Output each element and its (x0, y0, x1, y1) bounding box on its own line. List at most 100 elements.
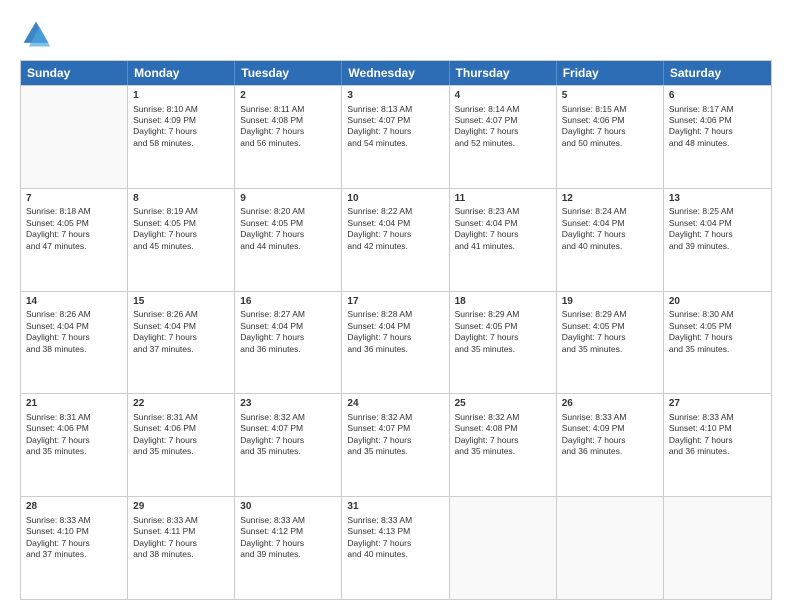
cell-line: Daylight: 7 hours (240, 126, 336, 137)
day-number: 17 (347, 295, 443, 309)
calendar-cell: 19Sunrise: 8:29 AMSunset: 4:05 PMDayligh… (557, 292, 664, 394)
cell-line: and 41 minutes. (455, 241, 551, 252)
cell-line: Sunset: 4:07 PM (455, 115, 551, 126)
calendar-cell: 23Sunrise: 8:32 AMSunset: 4:07 PMDayligh… (235, 394, 342, 496)
cell-line: and 35 minutes. (562, 344, 658, 355)
cell-line: Sunset: 4:08 PM (240, 115, 336, 126)
cell-line: and 36 minutes. (347, 344, 443, 355)
day-number: 19 (562, 295, 658, 309)
cell-line: Sunrise: 8:32 AM (347, 412, 443, 423)
logo (20, 18, 58, 50)
cell-line: Daylight: 7 hours (240, 332, 336, 343)
cell-line: Daylight: 7 hours (133, 126, 229, 137)
cell-line: and 50 minutes. (562, 138, 658, 149)
day-number: 30 (240, 500, 336, 514)
cell-line: Sunset: 4:09 PM (133, 115, 229, 126)
cell-line: and 39 minutes. (669, 241, 766, 252)
page: SundayMondayTuesdayWednesdayThursdayFrid… (0, 0, 792, 612)
cell-line: Daylight: 7 hours (26, 435, 122, 446)
cell-line: and 35 minutes. (240, 446, 336, 457)
cell-line: Daylight: 7 hours (133, 435, 229, 446)
cell-line: Sunset: 4:04 PM (347, 321, 443, 332)
day-number: 7 (26, 192, 122, 206)
cell-line: Sunset: 4:13 PM (347, 526, 443, 537)
cell-line: Daylight: 7 hours (669, 435, 766, 446)
cell-line: Sunrise: 8:27 AM (240, 309, 336, 320)
cell-line: Sunset: 4:06 PM (562, 115, 658, 126)
day-number: 8 (133, 192, 229, 206)
cell-line: and 36 minutes. (669, 446, 766, 457)
cell-line: and 45 minutes. (133, 241, 229, 252)
cell-line: Sunrise: 8:33 AM (562, 412, 658, 423)
header-day-monday: Monday (128, 61, 235, 85)
cell-line: and 52 minutes. (455, 138, 551, 149)
header-day-sunday: Sunday (21, 61, 128, 85)
cell-line: Sunset: 4:06 PM (669, 115, 766, 126)
cell-line: Sunset: 4:04 PM (562, 218, 658, 229)
calendar-header: SundayMondayTuesdayWednesdayThursdayFrid… (21, 61, 771, 85)
cell-line: and 58 minutes. (133, 138, 229, 149)
cell-line: Sunset: 4:04 PM (347, 218, 443, 229)
calendar-cell (450, 497, 557, 599)
cell-line: Sunset: 4:06 PM (133, 423, 229, 434)
calendar-cell: 8Sunrise: 8:19 AMSunset: 4:05 PMDaylight… (128, 189, 235, 291)
calendar-cell: 30Sunrise: 8:33 AMSunset: 4:12 PMDayligh… (235, 497, 342, 599)
day-number: 20 (669, 295, 766, 309)
cell-line: Sunrise: 8:33 AM (347, 515, 443, 526)
header (20, 18, 772, 50)
calendar-cell: 22Sunrise: 8:31 AMSunset: 4:06 PMDayligh… (128, 394, 235, 496)
cell-line: Daylight: 7 hours (240, 538, 336, 549)
header-day-saturday: Saturday (664, 61, 771, 85)
cell-line: Sunset: 4:05 PM (26, 218, 122, 229)
day-number: 12 (562, 192, 658, 206)
cell-line: Daylight: 7 hours (133, 538, 229, 549)
day-number: 27 (669, 397, 766, 411)
day-number: 9 (240, 192, 336, 206)
cell-line: Sunset: 4:06 PM (26, 423, 122, 434)
calendar-cell: 28Sunrise: 8:33 AMSunset: 4:10 PMDayligh… (21, 497, 128, 599)
cell-line: Daylight: 7 hours (26, 538, 122, 549)
calendar-cell: 12Sunrise: 8:24 AMSunset: 4:04 PMDayligh… (557, 189, 664, 291)
cell-line: Sunset: 4:05 PM (562, 321, 658, 332)
cell-line: and 35 minutes. (133, 446, 229, 457)
cell-line: Sunset: 4:11 PM (133, 526, 229, 537)
header-day-friday: Friday (557, 61, 664, 85)
day-number: 22 (133, 397, 229, 411)
cell-line: and 36 minutes. (562, 446, 658, 457)
cell-line: Daylight: 7 hours (669, 229, 766, 240)
calendar-cell: 14Sunrise: 8:26 AMSunset: 4:04 PMDayligh… (21, 292, 128, 394)
calendar-cell (664, 497, 771, 599)
calendar-cell: 21Sunrise: 8:31 AMSunset: 4:06 PMDayligh… (21, 394, 128, 496)
cell-line: and 47 minutes. (26, 241, 122, 252)
day-number: 3 (347, 89, 443, 103)
cell-line: Sunset: 4:05 PM (669, 321, 766, 332)
cell-line: Sunrise: 8:31 AM (133, 412, 229, 423)
cell-line: and 35 minutes. (455, 446, 551, 457)
calendar-cell: 15Sunrise: 8:26 AMSunset: 4:04 PMDayligh… (128, 292, 235, 394)
cell-line: Daylight: 7 hours (455, 229, 551, 240)
cell-line: Sunrise: 8:23 AM (455, 206, 551, 217)
calendar-row-3: 21Sunrise: 8:31 AMSunset: 4:06 PMDayligh… (21, 393, 771, 496)
cell-line: Daylight: 7 hours (26, 229, 122, 240)
day-number: 16 (240, 295, 336, 309)
cell-line: Sunset: 4:04 PM (240, 321, 336, 332)
cell-line: and 54 minutes. (347, 138, 443, 149)
cell-line: Daylight: 7 hours (347, 435, 443, 446)
cell-line: and 40 minutes. (347, 549, 443, 560)
cell-line: Sunset: 4:05 PM (240, 218, 336, 229)
day-number: 6 (669, 89, 766, 103)
cell-line: Daylight: 7 hours (26, 332, 122, 343)
cell-line: Daylight: 7 hours (133, 229, 229, 240)
cell-line: Sunrise: 8:15 AM (562, 104, 658, 115)
cell-line: and 35 minutes. (347, 446, 443, 457)
calendar-cell: 31Sunrise: 8:33 AMSunset: 4:13 PMDayligh… (342, 497, 449, 599)
cell-line: Sunset: 4:08 PM (455, 423, 551, 434)
cell-line: Sunrise: 8:33 AM (133, 515, 229, 526)
day-number: 10 (347, 192, 443, 206)
day-number: 11 (455, 192, 551, 206)
calendar-cell: 3Sunrise: 8:13 AMSunset: 4:07 PMDaylight… (342, 86, 449, 188)
calendar-cell: 29Sunrise: 8:33 AMSunset: 4:11 PMDayligh… (128, 497, 235, 599)
header-day-tuesday: Tuesday (235, 61, 342, 85)
cell-line: Sunset: 4:04 PM (455, 218, 551, 229)
cell-line: Daylight: 7 hours (240, 229, 336, 240)
